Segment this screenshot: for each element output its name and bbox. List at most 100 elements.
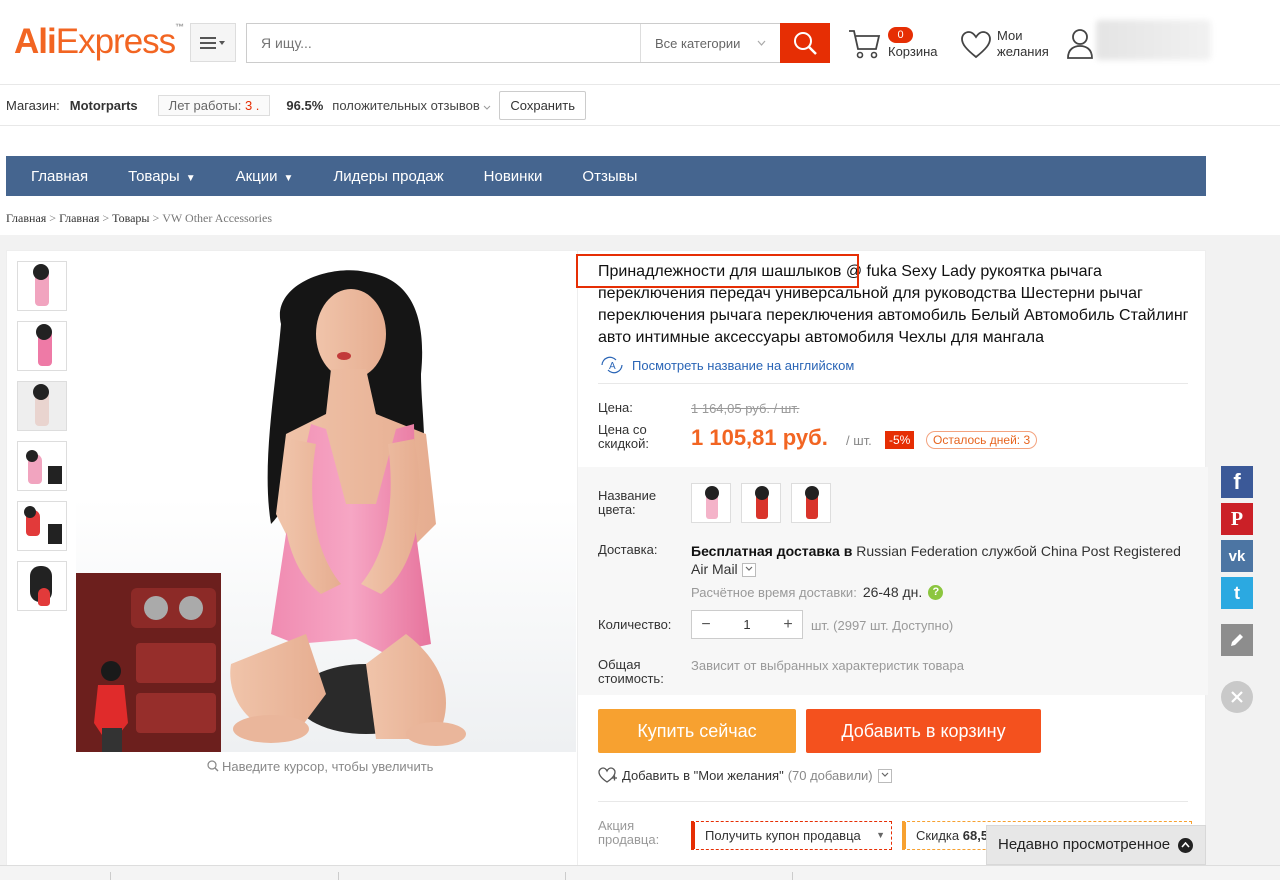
breadcrumb-link[interactable]: Главная [6,211,46,225]
add-to-wishlist-link[interactable]: Добавить в "Мои желания" (70 добавили) [598,767,892,784]
positive-feedback-link[interactable]: положительных отзывов [332,98,491,113]
divider [598,801,1188,802]
price-per-unit: / шт. [846,433,872,448]
categories-menu-button[interactable] [190,23,236,62]
thumbnail-hair [33,384,49,400]
swatch-hair [755,486,769,500]
account-name-blurred [1096,20,1211,60]
thumbnail[interactable] [17,381,67,431]
quantity-increase-button[interactable]: + [774,616,802,634]
breadcrumb-link[interactable]: Товары [112,211,149,225]
breadcrumb-link[interactable]: Главная [59,211,99,225]
main-product-image[interactable] [76,264,576,752]
color-swatch[interactable] [691,483,731,523]
nav-item-label: Главная [31,167,89,185]
footer-divider [792,872,793,880]
get-coupon-button[interactable]: Получить купон продавца ▼ [691,821,892,850]
add-to-wishlist-text: Добавить в "Мои желания" [622,768,784,783]
pencil-icon [1231,634,1243,646]
vk-share-button[interactable]: vk [1221,540,1253,572]
close-icon [1231,691,1243,703]
logo-tm: ™ [175,22,184,32]
caret-down-icon: ▼ [283,172,294,184]
nav-item-promotions[interactable]: Акции ▼ [236,168,294,185]
footer-strip [0,865,1280,880]
chevron-up-icon [1178,838,1193,853]
account-link[interactable] [1066,20,1216,66]
thumbnail[interactable] [17,501,67,551]
thumbnail[interactable] [17,321,67,371]
site-header: AliExpress™ Все категории [0,0,1280,85]
search-input[interactable] [247,24,640,62]
search-button[interactable] [780,23,830,63]
discount-price-label: Цена со скидкой: [598,422,649,451]
nav-item-home[interactable]: Главная [31,168,88,185]
quantity-input[interactable]: 1 [720,617,774,632]
nav-item-label: Лидеры продаж [333,167,444,185]
color-swatch[interactable] [741,483,781,523]
save-store-button[interactable]: Сохранить [499,90,586,120]
store-name[interactable]: Motorparts [70,98,138,113]
thumbnail[interactable] [17,561,67,611]
breadcrumb-separator: > [152,211,160,225]
breadcrumb-current: VW Other Accessories [162,211,273,225]
wishlist-link[interactable]: Мои желания [960,28,1060,66]
close-share-button[interactable] [1221,681,1253,713]
twitter-icon: t [1234,582,1240,603]
positive-feedback-pct: 96.5% [286,97,324,113]
translate-icon: A [601,356,623,374]
nav-item-label: Акции [235,167,278,185]
cart-link[interactable]: 0 Корзина [848,26,948,64]
nav-item-reviews[interactable]: Отзывы [582,168,637,185]
nav-item-products[interactable]: Товары ▼ [128,168,196,185]
discount-offer-value: 68,5 [962,828,989,843]
add-to-cart-button[interactable]: Добавить в корзину [806,709,1041,753]
thumbnail-hair [33,264,49,280]
price-label: Цена: [598,400,633,415]
cart-label: Корзина [888,44,938,59]
breadcrumb-separator: > [49,211,57,225]
category-select-label: Все категории [655,35,741,51]
wishlist-dropdown-toggle[interactable] [877,768,892,783]
nav-item-bestsellers[interactable]: Лидеры продаж [333,168,443,185]
quantity-decrease-button[interactable]: − [692,616,720,634]
facebook-icon: f [1233,469,1241,494]
delivery-eta-label: Расчётное время доставки: [691,584,857,600]
category-select[interactable]: Все категории [640,24,780,62]
thumbnail[interactable] [17,261,67,311]
shipping-info: Бесплатная доставка в Russian Federation… [691,542,1201,578]
color-label: Название цвета: [598,488,657,517]
facebook-share-button[interactable]: f [1221,466,1253,498]
old-price: 1 164,05 руб. / шт. [691,401,800,416]
inset-car-photo [76,573,221,752]
product-area: Наведите курсор, чтобы увеличить Принадл… [0,235,1280,880]
days-left-badge: Осталось дней: 3 [926,431,1038,449]
chevron-down-icon [483,102,491,112]
wishlist-count: (70 добавили) [787,768,873,783]
buy-now-button[interactable]: Купить сейчас [598,709,796,753]
title-highlight-box [576,254,859,288]
edit-share-button[interactable] [1221,624,1253,656]
nav-item-new[interactable]: Новинки [484,168,543,185]
store-years-badge: Лет работы: 3 . [157,94,271,116]
pinterest-share-button[interactable]: P [1221,503,1253,535]
thumbnail[interactable] [17,441,67,491]
cart-icon [849,30,881,59]
nav-item-label: Новинки [483,167,543,185]
shipping-dropdown-toggle[interactable] [741,563,756,578]
recently-viewed-tab[interactable]: Недавно просмотренное [986,825,1206,865]
logo-ali: Ali [14,22,57,61]
help-icon[interactable]: ? [928,584,944,600]
divider [598,383,1188,384]
chevron-down-icon [881,772,889,777]
color-swatch[interactable] [791,483,831,523]
total-value: Зависит от выбранных характеристик товар… [691,658,964,673]
search-bar: Все категории [246,23,830,63]
quantity-label: Количество: [598,617,672,632]
shipping-label: Доставка: [598,542,658,557]
translate-title-link[interactable]: A Посмотреть название на английском [598,356,854,374]
twitter-share-button[interactable]: t [1221,577,1253,609]
aliexpress-logo[interactable]: AliExpress™ [14,22,184,62]
caret-down-icon: ▼ [876,830,885,840]
shipping-free-text: Бесплатная доставка в [691,543,853,559]
